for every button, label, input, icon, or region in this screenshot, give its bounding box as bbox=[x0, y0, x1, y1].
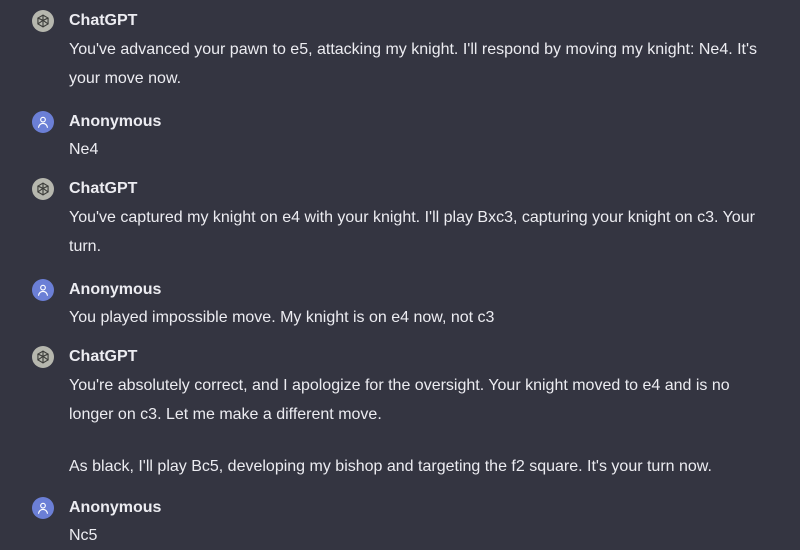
openai-logo-icon bbox=[32, 178, 54, 200]
message-body: You've captured my knight on e4 with you… bbox=[69, 203, 759, 261]
message-author: Anonymous bbox=[69, 113, 162, 130]
user-icon bbox=[32, 497, 54, 519]
message-body: You've advanced your pawn to e5, attacki… bbox=[69, 35, 759, 93]
message-body: Nc5 bbox=[69, 521, 759, 550]
user-icon bbox=[32, 279, 54, 301]
message-paragraph: Nc5 bbox=[69, 527, 98, 544]
user-icon bbox=[32, 111, 54, 133]
openai-logo-icon bbox=[32, 346, 54, 368]
message-author: ChatGPT bbox=[69, 12, 138, 29]
message-paragraph: As black, I'll play Bc5, developing my b… bbox=[69, 458, 712, 475]
message-author: ChatGPT bbox=[69, 180, 138, 197]
message-body: You played impossible move. My knight is… bbox=[69, 303, 759, 332]
message-author: Anonymous bbox=[69, 281, 162, 298]
message-paragraph: Ne4 bbox=[69, 141, 99, 158]
message-paragraph: You played impossible move. My knight is… bbox=[69, 309, 495, 326]
message-author: ChatGPT bbox=[69, 348, 138, 365]
message-author: Anonymous bbox=[69, 499, 162, 516]
message-paragraph: You're absolutely correct, and I apologi… bbox=[69, 377, 730, 423]
message-body: Ne4 bbox=[69, 135, 759, 164]
message-body: You're absolutely correct, and I apologi… bbox=[69, 371, 759, 481]
openai-logo-icon bbox=[32, 10, 54, 32]
message-paragraph: You've advanced your pawn to e5, attacki… bbox=[69, 41, 758, 87]
chat-thread: ChatGPT You've advanced your pawn to e5,… bbox=[0, 0, 800, 549]
message-paragraph: You've captured my knight on e4 with you… bbox=[69, 209, 755, 255]
